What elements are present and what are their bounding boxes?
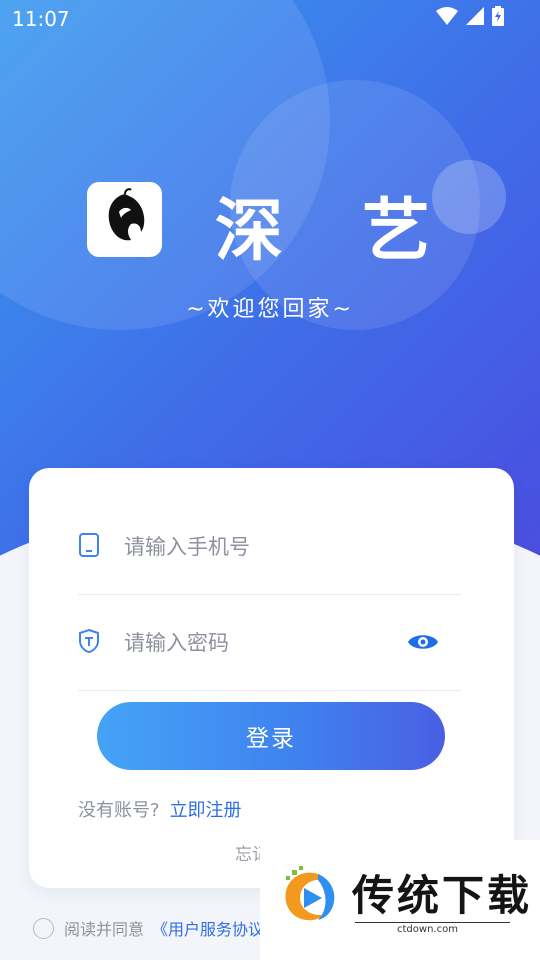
- password-field: [78, 594, 462, 691]
- status-bar: 11:07: [0, 0, 540, 36]
- login-card: 登录 没有账号?立即注册 忘记: [29, 468, 514, 888]
- brand-char-2: 艺: [362, 192, 433, 271]
- signup-row: 没有账号? 立即注册: [78, 796, 242, 822]
- agree-text: 阅读并同意: [64, 920, 145, 939]
- watermark-divider: [355, 922, 510, 923]
- wifi-icon: [436, 7, 458, 25]
- watermark-title: 传统下载: [352, 871, 533, 920]
- battery-icon: [492, 6, 504, 26]
- phone-field: [78, 498, 462, 595]
- brand-char-1: 深: [215, 192, 286, 271]
- watermark-url: ctdown.com: [393, 924, 462, 935]
- phone-icon: [79, 533, 99, 557]
- agree-radio[interactable]: [33, 917, 54, 939]
- phone-input[interactable]: [122, 526, 416, 568]
- shield-icon: [79, 628, 99, 654]
- agreement-row: 阅读并同意 《用户服务协议: [33, 916, 264, 940]
- watermark-logo-icon: [285, 866, 335, 921]
- eye-icon[interactable]: [407, 630, 439, 654]
- no-account-text: 没有账号?: [78, 800, 160, 821]
- welcome-text: ~欢迎您回家~: [186, 297, 354, 322]
- status-time: 11:07: [12, 7, 70, 31]
- signal-icon: [466, 7, 484, 25]
- service-agreement-link[interactable]: 《用户服务协议: [152, 916, 264, 940]
- watermark-overlay: 传统下载 ctdown.com: [260, 840, 540, 960]
- password-input[interactable]: [122, 622, 416, 664]
- decor-bubble: [432, 160, 506, 234]
- login-button[interactable]: 登录: [97, 702, 445, 770]
- app-logo: [87, 182, 162, 257]
- register-link[interactable]: 立即注册: [170, 800, 242, 821]
